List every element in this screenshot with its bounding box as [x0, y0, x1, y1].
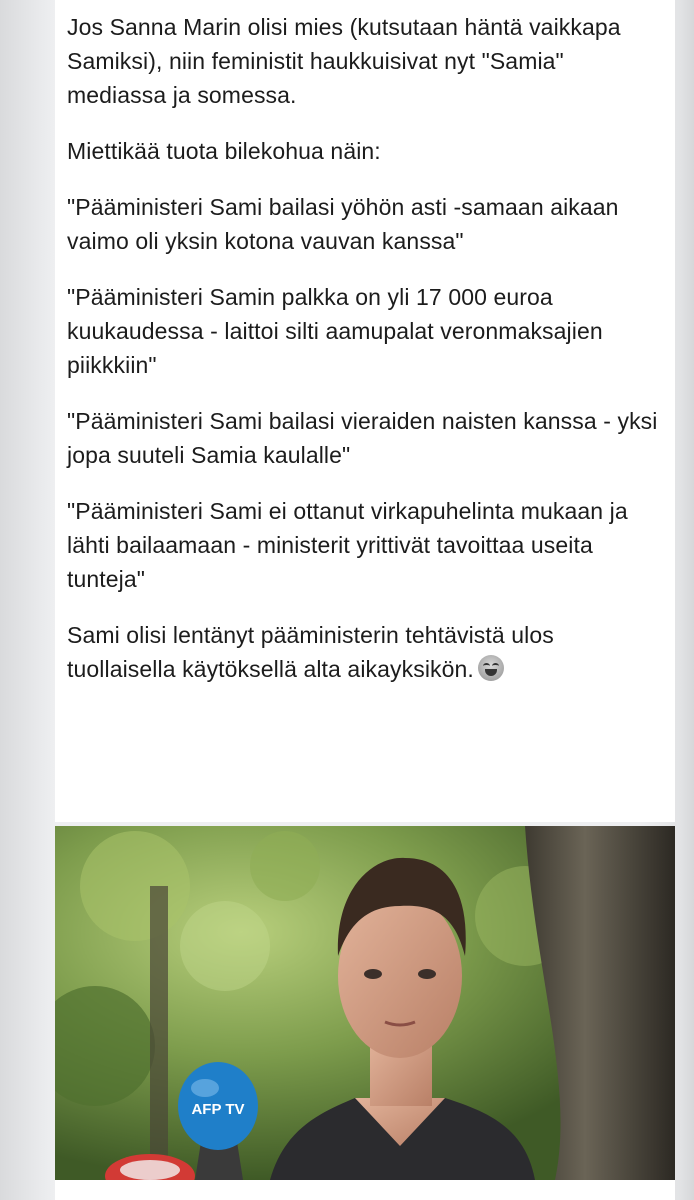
screenshot-screen: Jos Sanna Marin olisi mies (kutsutaan hä…: [0, 0, 694, 1200]
news-photo: AFP TV: [55, 826, 675, 1180]
post-paragraph-conclusion: Sami olisi lentänyt pääministerin tehtäv…: [67, 618, 667, 686]
post-paragraph-quote-2: "Pääministeri Samin palkka on yli 17 000…: [67, 284, 603, 378]
microphone-label: AFP TV: [191, 1101, 244, 1118]
post-paragraph-prompt: Miettikää tuota bilekohua näin:: [67, 138, 381, 164]
post-footer-strip: [55, 1180, 675, 1200]
news-photo-illustration: AFP TV: [55, 826, 675, 1180]
post-body: Jos Sanna Marin olisi mies (kutsutaan hä…: [67, 10, 667, 708]
post-paragraph-quote-4: "Pääministeri Sami ei ottanut virkapuhel…: [67, 498, 628, 592]
post-paragraph-intro: Jos Sanna Marin olisi mies (kutsutaan hä…: [67, 14, 621, 108]
post-paragraph-quote-1: "Pääministeri Sami bailasi yöhön asti -s…: [67, 194, 619, 254]
post-card: Jos Sanna Marin olisi mies (kutsutaan hä…: [55, 0, 675, 822]
face-with-tears-of-joy-icon: [477, 655, 504, 681]
post-paragraph-quote-3: "Pääministeri Sami bailasi vieraiden nai…: [67, 408, 658, 468]
